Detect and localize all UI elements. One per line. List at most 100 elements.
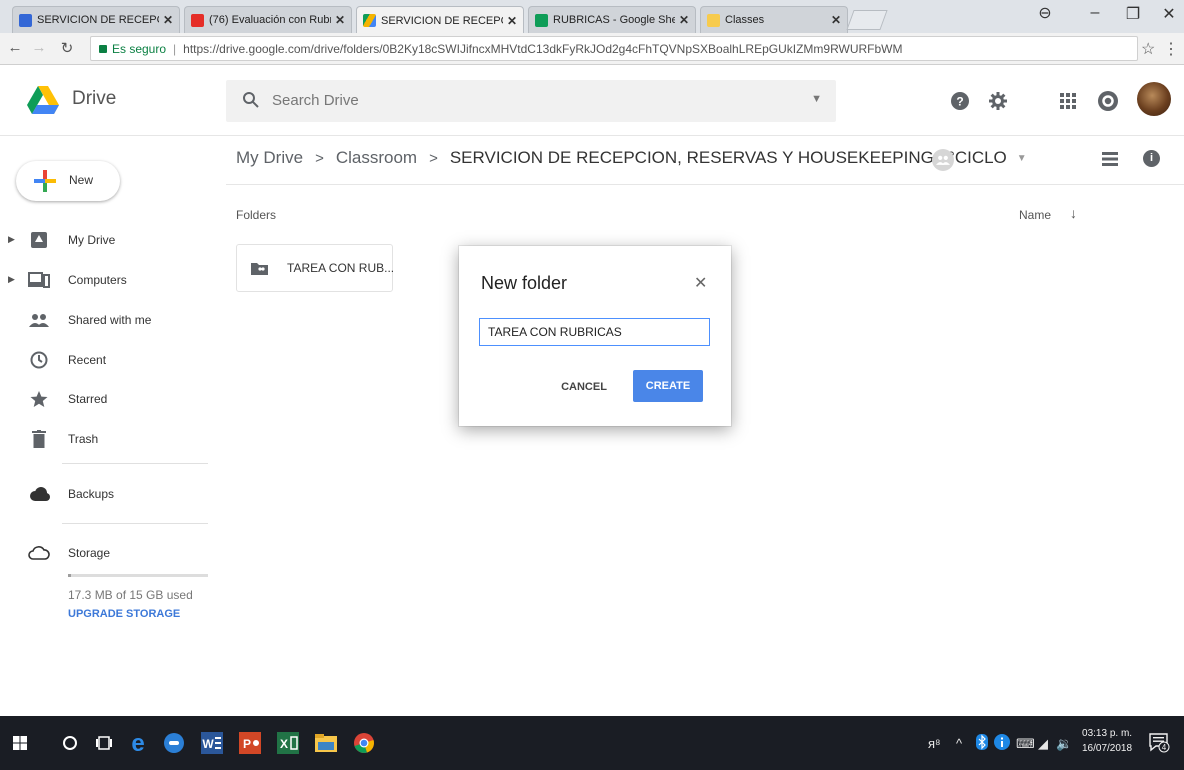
window-close-icon[interactable]: ✕ [1154,4,1184,24]
sidebar-item-label: Storage [68,546,111,560]
volume-icon[interactable]: 🔉 [1056,736,1072,752]
search-input[interactable]: Search Drive [272,92,359,109]
new-button-label: New [69,173,94,187]
settings-gear-icon[interactable] [984,87,1012,115]
list-view-icon[interactable] [1102,152,1118,166]
people-icon[interactable]: ᴙ⁸ [928,736,941,751]
svg-text:W: W [202,737,214,751]
info-tray-icon[interactable] [994,734,1010,753]
dialog-title: New folder [481,273,568,293]
header-divider [226,184,1184,185]
sort-by-name-button[interactable]: Name [1019,208,1051,222]
minimize-icon[interactable]: – [1080,4,1110,22]
breadcrumb-current-folder[interactable]: SERVICION DE RECEPCION, RESERVAS Y HOUSE… [450,148,1007,168]
task-view-icon[interactable] [88,727,120,759]
account-avatar[interactable] [1137,82,1171,116]
folder-item[interactable]: TAREA CON RUB... [236,244,395,292]
address-separator: | [173,41,177,56]
windows-taskbar: e W P X ᴙ⁸ ^ ⌨ ◢ 🔉 03:13 p. m. 16/07/201… [0,716,1184,770]
sidebar-item-trash[interactable]: Trash [0,424,210,454]
clock-time: 03:13 p. m. [1082,728,1133,739]
folder-name-input[interactable] [479,318,710,346]
shared-folder-icon[interactable] [932,149,954,171]
address-bar[interactable]: Es seguro | https://drive.google.com/dri… [90,36,1138,61]
browser-tab-2[interactable]: (76) Evaluación con Rubr ✕ [184,6,352,33]
keyboard-icon[interactable]: ⌨ [1016,736,1035,752]
bluetooth-icon[interactable] [976,734,988,753]
sheets-favicon-icon [535,13,548,27]
chrome-menu-icon[interactable]: ⋮ [1163,39,1179,59]
notifications-icon[interactable] [1094,87,1122,115]
bookmark-star-icon[interactable]: ☆ [1141,39,1155,59]
sidebar-item-label: Backups [68,487,115,501]
browser-tab-5[interactable]: Classes ✕ [700,6,848,33]
store-app-icon[interactable] [158,727,190,759]
browser-tab-strip: SERVICION DE RECEPCIC ✕ (76) Evaluación … [0,0,1184,34]
new-tab-button[interactable] [846,10,888,30]
help-icon[interactable]: ? [946,87,974,115]
expand-caret-icon[interactable]: ▶ [8,274,15,285]
close-tab-icon[interactable]: ✕ [679,13,689,27]
search-options-icon[interactable]: ▼ [811,93,822,105]
forward-icon[interactable]: → [30,39,48,56]
tab-label: Classes [725,14,765,26]
browser-tab-1[interactable]: SERVICION DE RECEPCIC ✕ [12,6,180,33]
action-center-icon[interactable]: 4 [1148,731,1170,753]
excel-icon[interactable]: X [272,727,304,759]
sidebar-item-shared-with-me[interactable]: Shared with me [0,305,210,335]
close-tab-icon[interactable]: ✕ [831,13,841,27]
url-text: https://drive.google.com/drive/folders/0… [183,41,903,56]
tab-label: SERVICION DE RECEPCIC [381,14,503,27]
reload-icon[interactable]: ↻ [58,39,76,57]
tab-label: (76) Evaluación con Rubr [209,14,331,26]
sidebar-item-backups[interactable]: Backups [0,479,210,509]
folder-name: TAREA CON RUB... [287,261,395,275]
clock-icon [28,350,50,370]
breadcrumb-classroom[interactable]: Classroom [336,148,417,168]
search-box[interactable]: Search Drive ▼ [226,80,836,122]
file-explorer-icon[interactable] [310,727,342,759]
apps-grid-icon[interactable] [1054,87,1082,115]
svg-text:?: ? [956,95,963,109]
create-button[interactable]: CREATE [633,370,703,402]
sidebar-item-starred[interactable]: Starred [0,384,210,414]
close-tab-icon[interactable]: ✕ [335,13,345,27]
windows-start-icon[interactable] [4,727,36,759]
info-icon[interactable]: i [1143,150,1160,167]
sidebar-item-recent[interactable]: Recent [0,345,210,375]
close-tab-icon[interactable]: ✕ [163,13,173,27]
chrome-icon[interactable] [348,727,380,759]
sidebar-item-computers[interactable]: ▶ Computers [0,265,210,295]
back-icon[interactable]: ← [6,39,24,56]
edge-browser-icon[interactable]: e [122,727,154,759]
taskbar-clock[interactable]: 03:13 p. m. 16/07/2018 [1082,726,1132,756]
storage-quota-text: 17.3 MB of 15 GB used [68,588,193,602]
shared-folder-icon [251,263,268,275]
cancel-button[interactable]: CANCEL [554,372,614,402]
word-icon[interactable]: W [196,727,228,759]
new-button[interactable]: New [16,161,120,201]
breadcrumb-my-drive[interactable]: My Drive [236,148,303,168]
sidebar-item-storage[interactable]: Storage [0,538,210,568]
dialog-close-icon[interactable]: ✕ [694,273,707,293]
close-tab-icon[interactable]: ✕ [507,14,517,28]
sidebar-item-my-drive[interactable]: ▶ My Drive [0,225,210,255]
upgrade-storage-link[interactable]: UPGRADE STORAGE [68,608,180,620]
search-icon [243,92,259,108]
expand-caret-icon[interactable]: ▶ [8,234,15,245]
svg-text:e: e [131,732,144,754]
cortana-search-icon[interactable] [54,727,86,759]
powerpoint-icon[interactable]: P [234,727,266,759]
sort-direction-arrow-icon[interactable]: ↓ [1070,205,1077,221]
sidebar-item-label: Trash [68,432,99,446]
tab-label: RUBRICAS - Google Shee [553,14,675,26]
profile-icon[interactable]: ⊖ [1030,3,1060,23]
tray-chevron-icon[interactable]: ^ [956,736,962,751]
browser-tab-3[interactable]: SERVICION DE RECEPCIC ✕ [356,6,524,34]
folder-menu-caret-icon[interactable]: ▼ [1017,153,1027,164]
restore-icon[interactable]: ❐ [1118,4,1148,24]
my-drive-icon [28,230,50,250]
browser-toolbar: ← → ↻ Es seguro | https://drive.google.c… [0,33,1184,65]
browser-tab-4[interactable]: RUBRICAS - Google Shee ✕ [528,6,696,33]
wifi-icon[interactable]: ◢ [1038,736,1048,752]
